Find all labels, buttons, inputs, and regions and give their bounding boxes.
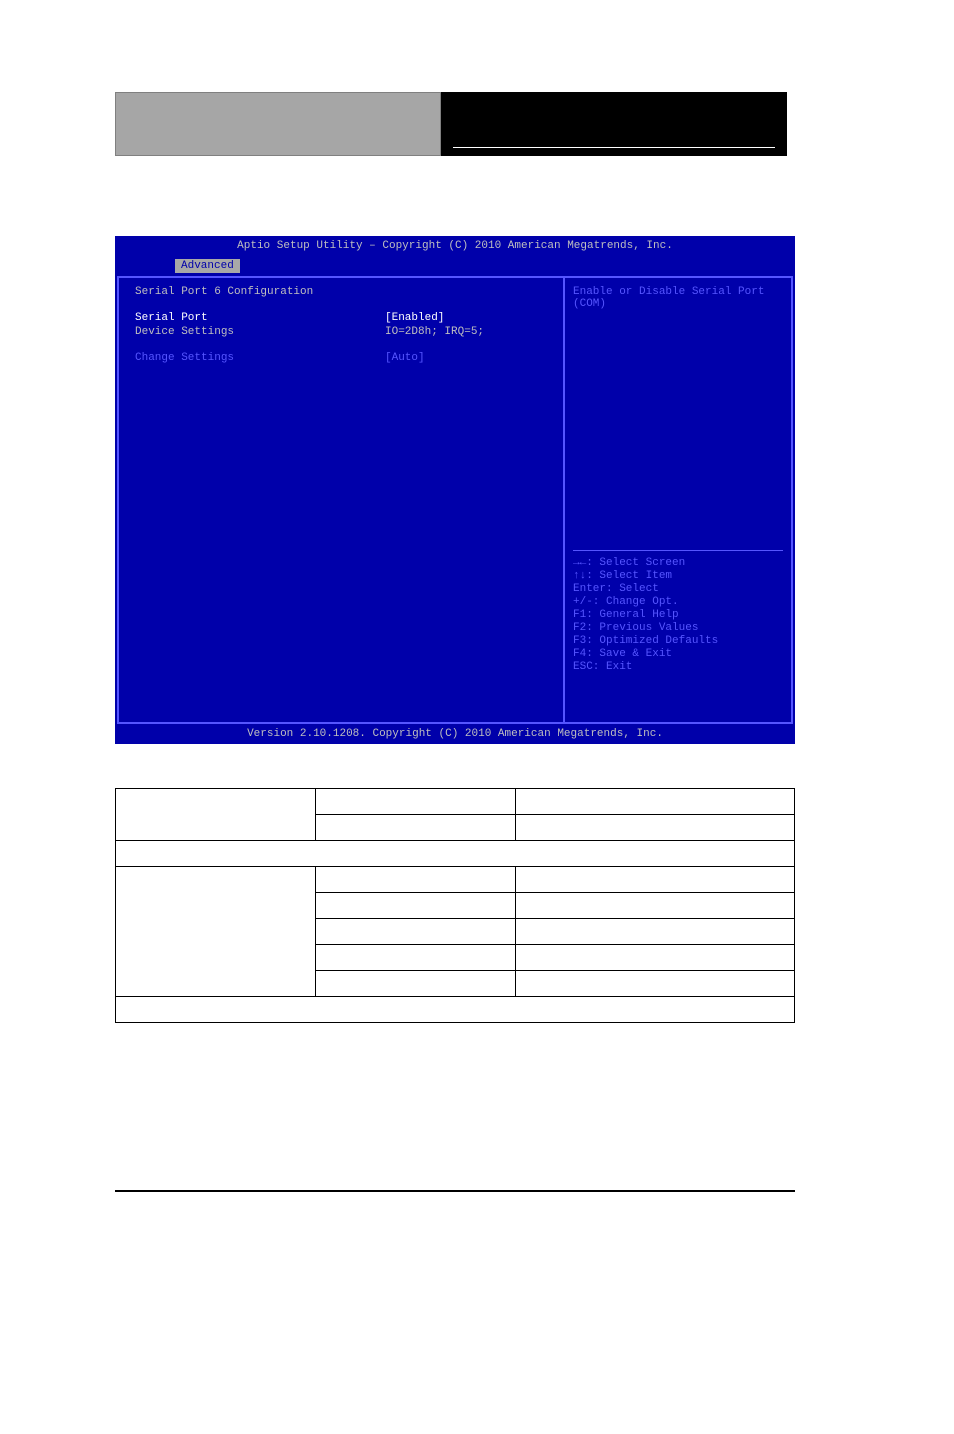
cell bbox=[516, 815, 795, 841]
table-row bbox=[116, 789, 795, 815]
nav-f3: F3: Optimized Defaults bbox=[573, 635, 783, 647]
cell bbox=[516, 867, 795, 893]
cell bbox=[116, 789, 316, 841]
section-title: Serial Port 6 Configuration bbox=[135, 286, 547, 298]
nav-f4: F4: Save & Exit bbox=[573, 648, 783, 660]
value-device-settings: IO=2D8h; IRQ=5; bbox=[385, 326, 484, 338]
cell bbox=[316, 789, 516, 815]
page-footer-line bbox=[115, 1190, 795, 1192]
bios-help-panel: Enable or Disable Serial Port (COM) →←: … bbox=[563, 278, 791, 722]
cell bbox=[516, 945, 795, 971]
help-description: Enable or Disable Serial Port (COM) bbox=[573, 286, 783, 550]
help-line2: (COM) bbox=[573, 298, 783, 310]
nav-enter: Enter: Select bbox=[573, 583, 783, 595]
cell bbox=[316, 919, 516, 945]
nav-esc: ESC: Exit bbox=[573, 661, 783, 673]
bios-footer: Version 2.10.1208. Copyright (C) 2010 Am… bbox=[115, 724, 795, 744]
row-change-settings[interactable]: Change Settings [Auto] bbox=[135, 352, 547, 364]
options-table bbox=[115, 788, 795, 1023]
cell bbox=[516, 789, 795, 815]
bios-tab-row: Advanced bbox=[115, 256, 795, 276]
value-change-settings: [Auto] bbox=[385, 352, 425, 364]
tab-advanced[interactable]: Advanced bbox=[175, 259, 240, 273]
bios-screenshot: Aptio Setup Utility – Copyright (C) 2010… bbox=[115, 236, 795, 744]
cell bbox=[316, 893, 516, 919]
bios-title: Aptio Setup Utility – Copyright (C) 2010… bbox=[115, 236, 795, 256]
table-row bbox=[116, 997, 795, 1023]
row-serial-port[interactable]: Serial Port [Enabled] bbox=[135, 312, 547, 324]
label-serial-port: Serial Port bbox=[135, 312, 385, 324]
header-underline bbox=[453, 147, 775, 148]
cell bbox=[316, 815, 516, 841]
label-change-settings: Change Settings bbox=[135, 352, 385, 364]
nav-change-opt: +/-: Change Opt. bbox=[573, 596, 783, 608]
page-header bbox=[115, 92, 787, 156]
cell bbox=[316, 971, 516, 997]
header-right-box bbox=[441, 92, 787, 156]
label-device-settings: Device Settings bbox=[135, 326, 385, 338]
cell bbox=[116, 841, 795, 867]
cell bbox=[316, 945, 516, 971]
table-row bbox=[116, 841, 795, 867]
table-row bbox=[116, 867, 795, 893]
bios-content: Serial Port 6 Configuration Serial Port … bbox=[117, 276, 793, 724]
nav-select-screen: →←: Select Screen bbox=[573, 557, 783, 569]
cell bbox=[516, 919, 795, 945]
cell bbox=[516, 893, 795, 919]
value-serial-port: [Enabled] bbox=[385, 312, 444, 324]
cell bbox=[116, 867, 316, 997]
nav-f2: F2: Previous Values bbox=[573, 622, 783, 634]
nav-select-item: ↑↓: Select Item bbox=[573, 570, 783, 582]
help-divider bbox=[573, 550, 783, 551]
section-title-text: Serial Port 6 Configuration bbox=[135, 286, 313, 298]
cell bbox=[516, 971, 795, 997]
nav-f1: F1: General Help bbox=[573, 609, 783, 621]
bios-main-panel: Serial Port 6 Configuration Serial Port … bbox=[119, 278, 563, 722]
cell bbox=[116, 997, 795, 1023]
cell bbox=[316, 867, 516, 893]
header-left-box bbox=[115, 92, 441, 156]
nav-help: →←: Select Screen ↑↓: Select Item Enter:… bbox=[573, 557, 783, 674]
row-device-settings: Device Settings IO=2D8h; IRQ=5; bbox=[135, 326, 547, 338]
help-line1: Enable or Disable Serial Port bbox=[573, 286, 783, 298]
